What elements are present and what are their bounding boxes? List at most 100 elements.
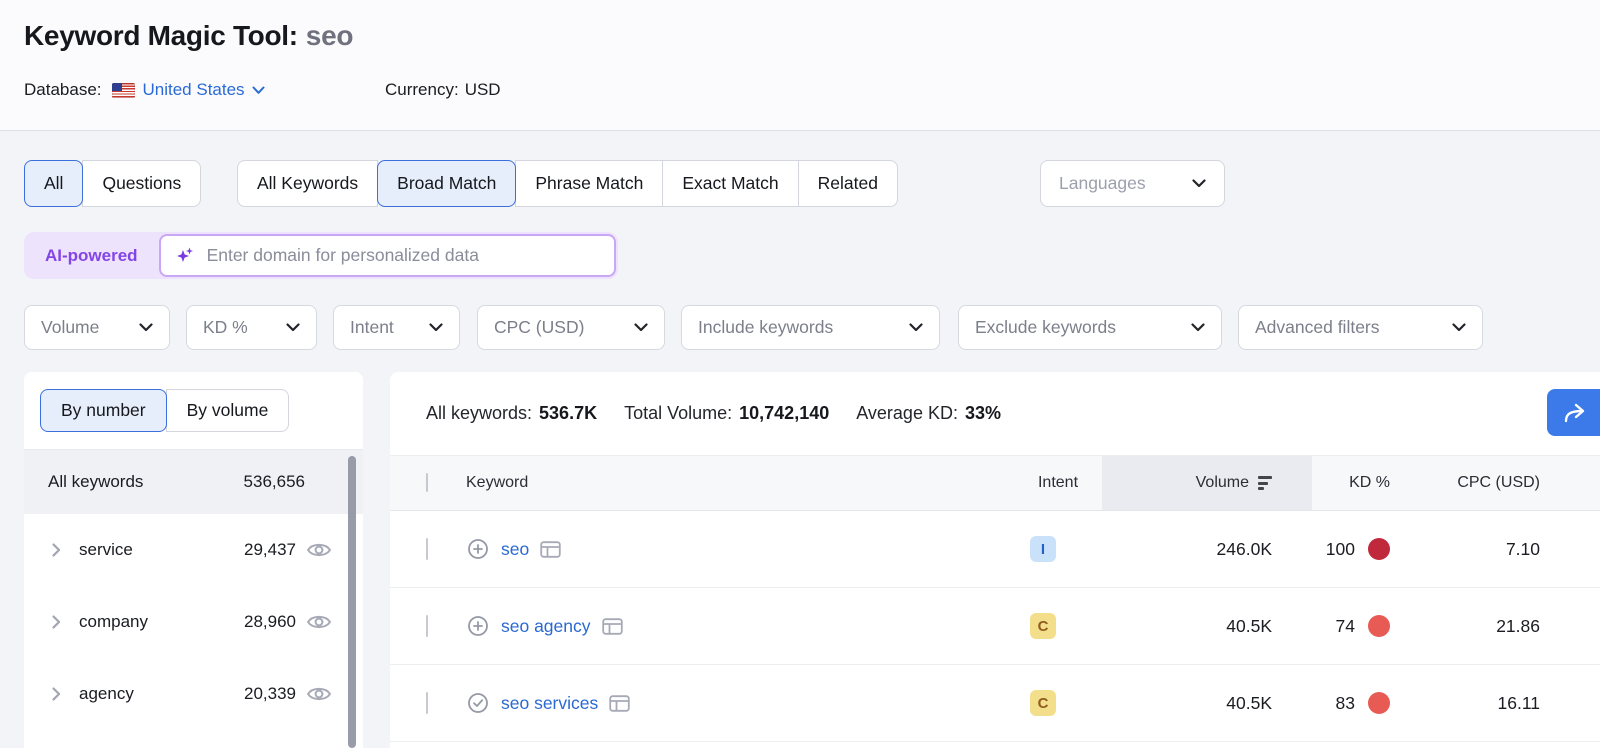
exclude-keywords-dropdown[interactable]: Exclude keywords: [958, 305, 1222, 350]
chevron-down-icon: [286, 323, 300, 332]
ai-powered-badge: AI-powered: [24, 246, 159, 266]
tab-broad-match[interactable]: Broad Match: [377, 160, 516, 207]
tab-questions[interactable]: Questions: [82, 160, 201, 207]
keyword-groups-panel: By number By volume All keywords 536,656…: [24, 372, 363, 748]
group-row-service[interactable]: service 29,437: [24, 514, 363, 586]
database-value: United States: [143, 80, 245, 100]
sparkles-icon: [174, 245, 196, 267]
tab-all-keywords[interactable]: All Keywords: [237, 160, 378, 207]
chevron-down-icon: [252, 86, 265, 95]
all-keywords-group-row[interactable]: All keywords 536,656: [24, 450, 363, 514]
group-row-company[interactable]: company 28,960: [24, 586, 363, 658]
cpc-filter-dropdown[interactable]: CPC (USD): [477, 305, 665, 350]
stat-average-kd: Average KD:33%: [856, 403, 1001, 424]
ai-powered-bar: AI-powered Enter domain for personalized…: [24, 232, 618, 279]
added-to-list-icon[interactable]: [466, 691, 490, 715]
group-row-agency[interactable]: agency 20,339: [24, 658, 363, 730]
kd-difficulty-dot: [1368, 692, 1390, 714]
table-row: seo agency C 40.5K 74 21.86: [390, 588, 1600, 665]
cpc-value: 21.86: [1390, 616, 1540, 637]
stat-label: All keywords:: [426, 403, 532, 423]
group-count: 536,656: [244, 472, 305, 492]
chevron-down-icon: [1191, 323, 1205, 332]
share-icon: [1561, 401, 1587, 425]
chevron-right-icon: [52, 615, 61, 629]
eye-icon[interactable]: [306, 685, 332, 703]
serp-features-icon[interactable]: [540, 541, 561, 558]
add-to-list-icon[interactable]: [466, 614, 490, 638]
stat-value: 536.7K: [539, 403, 597, 423]
scrollbar[interactable]: [348, 456, 356, 748]
currency-row: Currency:USD: [385, 80, 501, 100]
serp-features-icon[interactable]: [602, 618, 623, 635]
kd-filter-dropdown[interactable]: KD %: [186, 305, 317, 350]
tool-title: Keyword Magic Tool:: [24, 20, 298, 51]
stat-label: Average KD:: [856, 403, 958, 423]
toggle-by-number[interactable]: By number: [40, 389, 167, 432]
domain-input-placeholder: Enter domain for personalized data: [207, 245, 479, 266]
column-header-keyword[interactable]: Keyword: [466, 474, 1010, 492]
filter-label: KD %: [203, 317, 248, 338]
row-checkbox[interactable]: [426, 615, 428, 637]
chevron-down-icon: [1192, 179, 1206, 188]
add-to-list-icon[interactable]: [466, 537, 490, 561]
kd-difficulty-dot: [1368, 615, 1390, 637]
languages-label: Languages: [1059, 173, 1146, 194]
column-header-volume[interactable]: Volume: [1106, 474, 1272, 492]
summary-stats: All keywords: 536.7K Total Volume:10,742,…: [390, 372, 1600, 455]
keyword-link[interactable]: seo agency: [501, 616, 591, 637]
volume-filter-dropdown[interactable]: Volume: [24, 305, 170, 350]
stat-total-volume: Total Volume:10,742,140: [624, 403, 829, 424]
intent-badge: C: [1030, 613, 1056, 639]
group-sort-toggle: By number By volume: [40, 389, 289, 432]
advanced-filters-dropdown[interactable]: Advanced filters: [1238, 305, 1483, 350]
toggle-by-volume[interactable]: By volume: [166, 389, 290, 432]
intent-filter-dropdown[interactable]: Intent: [333, 305, 460, 350]
table-body: seo I 246.0K 100 7.10 seo agency: [390, 511, 1600, 748]
cpc-value: 7.10: [1390, 539, 1540, 560]
kd-value: 100: [1326, 539, 1355, 560]
keyword-link[interactable]: seo services: [501, 693, 598, 714]
filter-label: Volume: [41, 317, 99, 338]
group-label: All keywords: [48, 472, 143, 492]
kd-value: 74: [1336, 616, 1355, 637]
column-label: Volume: [1196, 474, 1249, 492]
match-type-tabs-group: All Keywords Broad Match Phrase Match Ex…: [237, 160, 898, 207]
database-row: Database: United States: [24, 80, 265, 100]
include-keywords-dropdown[interactable]: Include keywords: [681, 305, 940, 350]
languages-dropdown[interactable]: Languages: [1040, 160, 1225, 207]
table-header: Keyword Intent Volume KD % CPC (USD): [390, 455, 1600, 511]
domain-input[interactable]: Enter domain for personalized data: [159, 234, 616, 277]
search-query: seo: [306, 20, 353, 51]
tab-related[interactable]: Related: [798, 160, 898, 207]
chevron-down-icon: [909, 323, 923, 332]
filter-label: Exclude keywords: [975, 317, 1116, 338]
tab-phrase-match[interactable]: Phrase Match: [515, 160, 663, 207]
stat-value: 10,742,140: [739, 403, 829, 423]
column-header-intent[interactable]: Intent: [1010, 474, 1106, 492]
column-header-kd[interactable]: KD %: [1272, 474, 1390, 492]
serp-features-icon[interactable]: [609, 695, 630, 712]
database-selector[interactable]: United States: [143, 80, 265, 100]
table-row: seo I 246.0K 100 7.10: [390, 511, 1600, 588]
eye-icon[interactable]: [306, 613, 332, 631]
chevron-right-icon: [52, 543, 61, 557]
share-button[interactable]: [1547, 389, 1600, 436]
select-all-checkbox[interactable]: [426, 473, 428, 492]
tab-exact-match[interactable]: Exact Match: [662, 160, 798, 207]
tab-all[interactable]: All: [24, 160, 83, 207]
currency-label: Currency:: [385, 80, 459, 99]
column-header-cpc[interactable]: CPC (USD): [1390, 474, 1540, 492]
eye-icon[interactable]: [306, 541, 332, 559]
intent-badge: I: [1030, 536, 1056, 562]
row-checkbox[interactable]: [426, 538, 428, 560]
keywords-table-panel: All keywords: 536.7K Total Volume:10,742,…: [390, 372, 1600, 748]
cpc-value: 16.11: [1390, 693, 1540, 714]
table-row: seo services C 40.5K 83 16.11: [390, 665, 1600, 742]
row-checkbox[interactable]: [426, 692, 428, 714]
us-flag-icon: [112, 83, 135, 98]
stat-all-keywords: All keywords: 536.7K: [426, 403, 597, 424]
keyword-link[interactable]: seo: [501, 539, 529, 560]
kd-difficulty-dot: [1368, 538, 1390, 560]
chevron-down-icon: [139, 323, 153, 332]
